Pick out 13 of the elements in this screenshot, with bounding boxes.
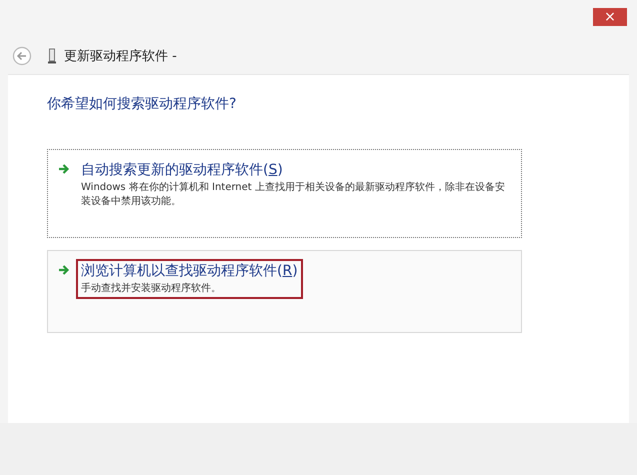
option-title: 自动搜索更新的驱动程序软件(S) [81, 161, 284, 179]
arrow-icon [58, 264, 70, 276]
option-description: 手动查找并安装驱动程序软件。 [81, 282, 222, 296]
search-option[interactable]: 自动搜索更新的驱动程序软件(S) Windows 将在你的计算机和 Internet 上查找用于相关设备的最新驱动程序软件，除非在设备安装设备中禁用该功能。 [47, 149, 522, 238]
option-description: Windows 将在你的计算机和 Internet 上查找用于相关设备的最新驱动程序软件，除非在设备安装设备中禁用该功能。 [81, 181, 506, 209]
device-icon [48, 48, 56, 64]
option-title: 浏览计算机以查找驱动程序软件(R) [81, 262, 298, 280]
search-option[interactable]: 浏览计算机以查找驱动程序软件(R) 手动查找并安装驱动程序软件。 [47, 250, 522, 333]
instruction-heading: 你希望如何搜索驱动程序软件? [47, 95, 238, 113]
back-icon[interactable] [12, 46, 32, 66]
close-button[interactable]: × [593, 8, 627, 26]
arrow-icon [58, 163, 70, 175]
window-title: 更新驱动程序软件 - [64, 48, 177, 65]
